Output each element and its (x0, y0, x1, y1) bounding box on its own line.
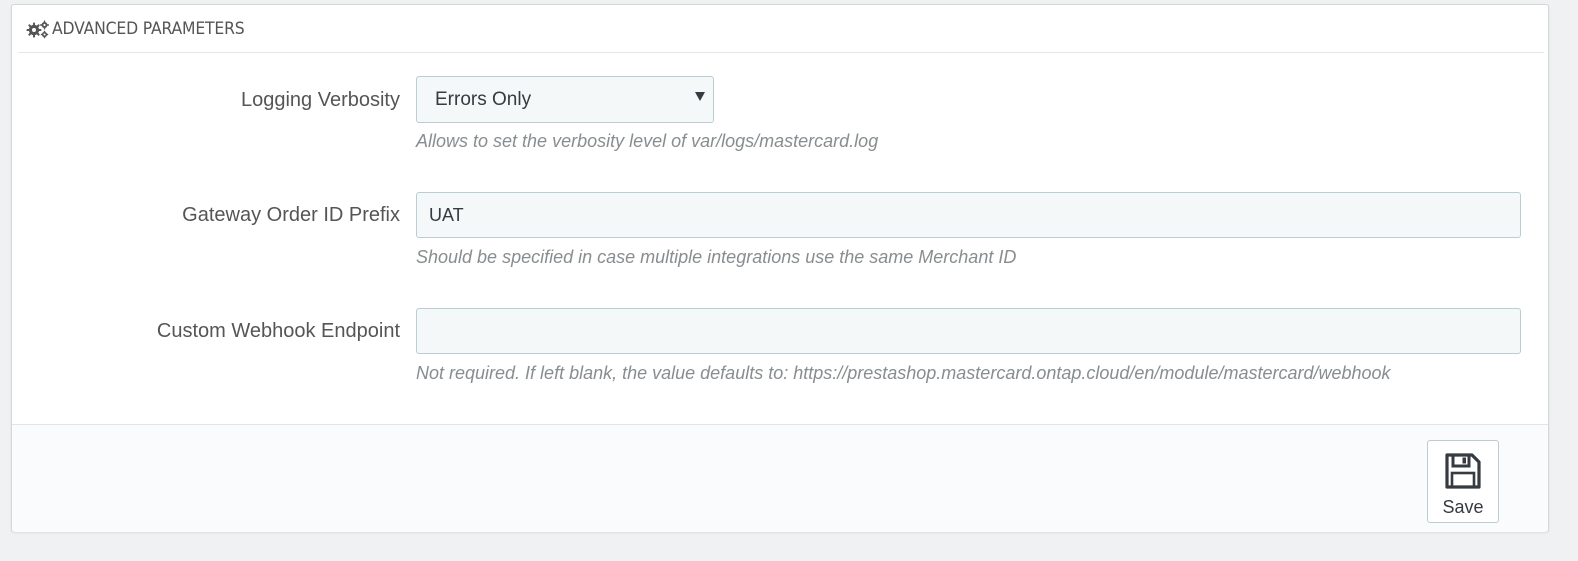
webhook-endpoint-input[interactable] (416, 308, 1521, 354)
order-prefix-help: Should be specified in case multiple int… (416, 247, 1017, 267)
order-prefix-label: Gateway Order ID Prefix (182, 204, 400, 226)
panel-title: ADVANCED PARAMETERS (52, 18, 245, 39)
logging-verbosity-select[interactable]: Errors Only (416, 76, 714, 123)
order-prefix-input[interactable] (416, 192, 1521, 238)
logging-verbosity-help: Allows to set the verbosity level of var… (416, 131, 879, 151)
caret-down-icon (695, 92, 705, 101)
logging-verbosity-label: Logging Verbosity (240, 89, 400, 111)
panel-heading: ADVANCED PARAMETERS (18, 5, 1544, 53)
save-button-label: Save (1442, 497, 1484, 517)
save-button[interactable]: Save (1427, 440, 1499, 523)
webhook-endpoint-help: Not required. If left blank, the value d… (416, 363, 1391, 383)
logging-verbosity-selected-value: Errors Only (435, 88, 532, 110)
panel-footer: Save (12, 424, 1548, 532)
webhook-endpoint-label: Custom Webhook Endpoint (156, 320, 400, 342)
floppy-disk-icon (1443, 451, 1483, 491)
cogs-icon (26, 19, 50, 39)
advanced-parameters-panel: ADVANCED PARAMETERS Logging Verbosity Er… (11, 4, 1549, 532)
